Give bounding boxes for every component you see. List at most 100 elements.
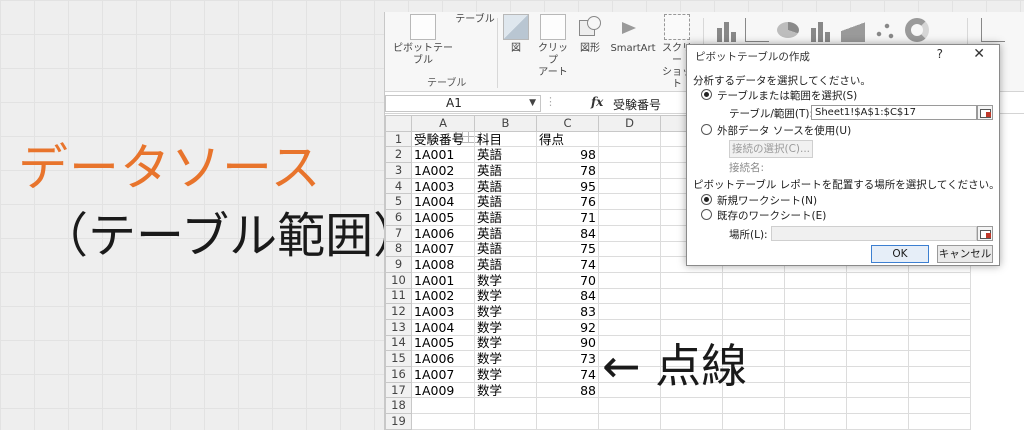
- radio-external-source[interactable]: [701, 124, 712, 135]
- cell-b[interactable]: 英語: [474, 209, 537, 226]
- cell-c[interactable]: 71: [536, 209, 599, 226]
- name-box[interactable]: A1 ▼: [385, 95, 541, 112]
- ok-button[interactable]: OK: [871, 245, 929, 263]
- cell-c[interactable]: 98: [536, 146, 599, 164]
- sparkline-icon[interactable]: [981, 18, 1005, 42]
- row-header[interactable]: 11: [385, 287, 412, 305]
- cell-empty[interactable]: [846, 413, 909, 430]
- cell-c[interactable]: 74: [536, 256, 599, 273]
- column-header-d[interactable]: D: [598, 115, 661, 132]
- cell-c[interactable]: 74: [536, 366, 599, 383]
- pivot-table-button[interactable]: ピボットテーブル: [391, 14, 455, 67]
- row-header[interactable]: 12: [385, 303, 412, 320]
- cell-b[interactable]: 数学: [474, 287, 537, 305]
- smartart-button[interactable]: SmartArt: [609, 14, 657, 55]
- cell-empty[interactable]: [722, 271, 785, 289]
- cell-a[interactable]: 1A008: [411, 256, 475, 273]
- cell-b[interactable]: 英語: [474, 256, 537, 273]
- range-collapse-icon[interactable]: [977, 105, 993, 120]
- column-header-a[interactable]: A: [411, 115, 475, 132]
- row-header[interactable]: 5: [385, 193, 412, 211]
- column-chart-icon[interactable]: [715, 18, 739, 42]
- chevron-down-icon[interactable]: ▼: [529, 96, 536, 111]
- cell-empty[interactable]: [846, 271, 909, 289]
- cell-a[interactable]: 1A003: [411, 303, 475, 320]
- cell-c[interactable]: 90: [536, 334, 599, 352]
- row-header[interactable]: 14: [385, 334, 412, 352]
- cell-empty[interactable]: [722, 413, 785, 430]
- range-input[interactable]: Sheet1!$A$1:$C$17: [811, 105, 977, 120]
- line-chart-icon[interactable]: [745, 18, 769, 42]
- cell-c[interactable]: 84: [536, 287, 599, 305]
- cell-empty[interactable]: [598, 287, 661, 305]
- cell-a[interactable]: [411, 413, 475, 430]
- cell-empty[interactable]: [784, 413, 847, 430]
- cell-empty[interactable]: [908, 397, 971, 415]
- cell-b[interactable]: [474, 397, 537, 415]
- cell-c[interactable]: 95: [536, 177, 599, 195]
- cell-empty[interactable]: [660, 413, 723, 430]
- radio-new-worksheet-label[interactable]: 新規ワークシート(N): [717, 193, 817, 208]
- cell-empty[interactable]: [846, 287, 909, 305]
- bar-chart-icon[interactable]: [809, 18, 833, 42]
- cell-empty[interactable]: [908, 366, 971, 383]
- cell-c[interactable]: 84: [536, 224, 599, 242]
- cell-empty[interactable]: [784, 397, 847, 415]
- close-icon[interactable]: ✕: [973, 46, 985, 62]
- cell-b[interactable]: 英語: [474, 240, 537, 258]
- cell-empty[interactable]: [784, 303, 847, 320]
- cell-empty[interactable]: [598, 271, 661, 289]
- picture-button[interactable]: 図: [503, 14, 529, 55]
- other-chart-icon[interactable]: [905, 18, 929, 42]
- cell-a[interactable]: 1A006: [411, 224, 475, 242]
- pie-chart-icon[interactable]: [777, 22, 799, 38]
- cell-b[interactable]: 数学: [474, 271, 537, 289]
- row-header[interactable]: 6: [385, 209, 412, 226]
- cell-a[interactable]: 1A007: [411, 240, 475, 258]
- cell-c[interactable]: 73: [536, 350, 599, 367]
- cell-b[interactable]: 数学: [474, 381, 537, 399]
- cell-c[interactable]: 得点: [536, 130, 599, 148]
- cell-b[interactable]: 英語: [474, 224, 537, 242]
- cell-empty[interactable]: [784, 318, 847, 336]
- cell-empty[interactable]: [908, 287, 971, 305]
- cell-c[interactable]: 76: [536, 193, 599, 211]
- cell-empty[interactable]: [784, 287, 847, 305]
- cell-a[interactable]: 1A005: [411, 334, 475, 352]
- cell-empty[interactable]: [846, 318, 909, 336]
- cell-c[interactable]: 92: [536, 318, 599, 336]
- cell-b[interactable]: 数学: [474, 318, 537, 336]
- row-header[interactable]: 15: [385, 350, 412, 367]
- clipart-button[interactable]: クリップ アート: [535, 14, 571, 79]
- cell-empty[interactable]: [660, 397, 723, 415]
- cell-empty[interactable]: [598, 240, 661, 258]
- row-header[interactable]: 17: [385, 381, 412, 399]
- cell-empty[interactable]: [598, 256, 661, 273]
- cell-c[interactable]: 88: [536, 381, 599, 399]
- radio-select-table-label[interactable]: テーブルまたは範囲を選択(S): [717, 88, 857, 103]
- cell-empty[interactable]: [784, 334, 847, 352]
- cell-empty[interactable]: [784, 366, 847, 383]
- row-header[interactable]: 4: [385, 177, 412, 195]
- cell-empty[interactable]: [908, 303, 971, 320]
- cell-empty[interactable]: [846, 381, 909, 399]
- cell-a[interactable]: 1A005: [411, 209, 475, 226]
- cell-b[interactable]: 数学: [474, 366, 537, 383]
- cell-a[interactable]: [411, 397, 475, 415]
- cell-c[interactable]: 75: [536, 240, 599, 258]
- cell-empty[interactable]: [846, 397, 909, 415]
- cell-a[interactable]: 1A001: [411, 146, 475, 164]
- cell-empty[interactable]: [598, 177, 661, 195]
- cell-c[interactable]: 78: [536, 162, 599, 179]
- cancel-button[interactable]: キャンセル: [937, 245, 993, 263]
- row-header[interactable]: 3: [385, 162, 412, 179]
- cell-c[interactable]: 70: [536, 271, 599, 289]
- row-header[interactable]: 7: [385, 224, 412, 242]
- cell-empty[interactable]: [846, 366, 909, 383]
- radio-existing-worksheet-label[interactable]: 既存のワークシート(E): [717, 208, 826, 223]
- cell-empty[interactable]: [722, 397, 785, 415]
- cell-empty[interactable]: [598, 224, 661, 242]
- cell-empty[interactable]: [598, 146, 661, 164]
- cell-a[interactable]: 1A004: [411, 318, 475, 336]
- cell-b[interactable]: [474, 413, 537, 430]
